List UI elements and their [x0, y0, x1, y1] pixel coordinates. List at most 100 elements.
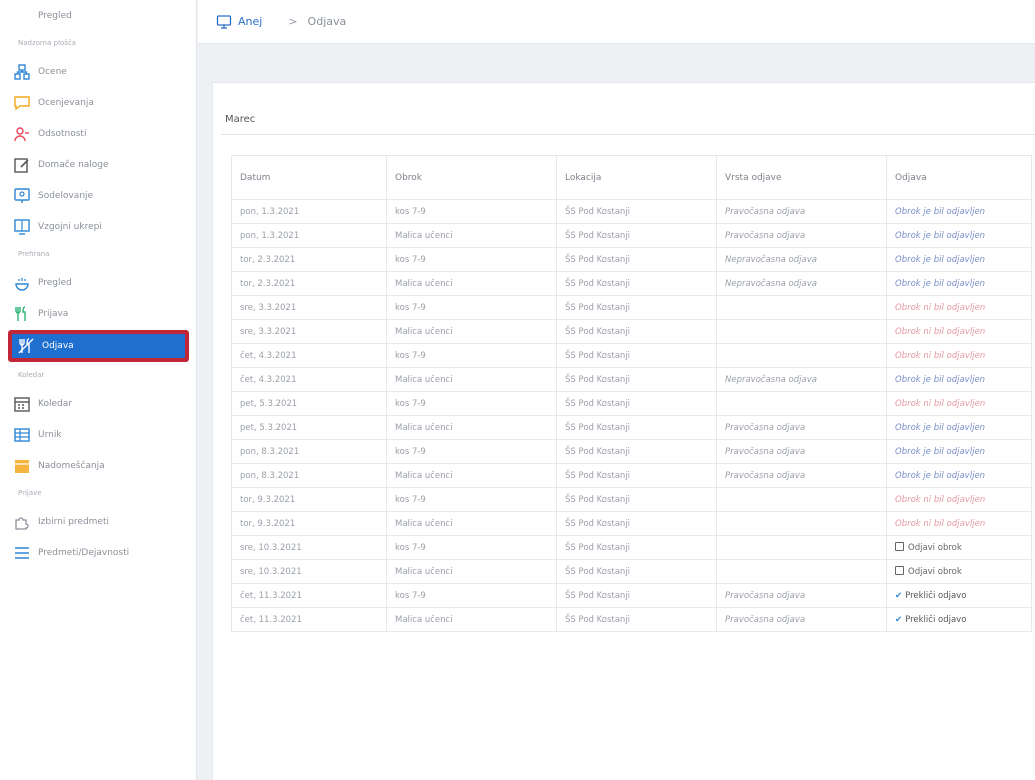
board-icon [12, 217, 32, 237]
table-row: pon, 1.3.2021 Malica učenci ŠS Pod Kostanj… [231, 223, 1032, 248]
content-card: Marec ◂ DatumObrokLokacijaVrsta odjaveOd… [212, 82, 1035, 780]
sidebar-item-label: Predmeti/Dejavnosti [38, 547, 130, 558]
cancel-meal-button[interactable]: Odjavi obrok [895, 542, 962, 553]
sidebar-item-urnik[interactable]: Urnik [0, 419, 196, 450]
cancel-meal-button[interactable]: Odjavi obrok [895, 566, 962, 577]
cancellation-cell: Obrok je bil odjavljen [886, 463, 1032, 488]
sidebar: Pregled Nadzorna plošča Ocene Ocenjevanja Od… [0, 0, 197, 780]
sidebar-section-heading: Prehrana [18, 250, 50, 258]
sidebar-item-label: Ocene [38, 66, 67, 77]
cancellation-type-cell [716, 487, 887, 512]
hierarchy-icon [12, 62, 32, 82]
sidebar-item-ocenjevanja[interactable]: Ocenjevanja [0, 87, 196, 118]
date-cell: sre, 3.3.2021 [231, 295, 387, 320]
sidebar-item-label: Prijava [38, 308, 69, 319]
month-selector[interactable]: Marec ◂ [221, 105, 1035, 135]
location-cell: ŠS Pod Kostanji [556, 391, 717, 416]
revoke-cancellation-button[interactable]: ✔ Prekliči odjavo [895, 615, 966, 625]
meal-cell: Malica učenci [386, 319, 557, 344]
location-cell: ŠS Pod Kostanji [556, 367, 717, 392]
date-cell: sre, 3.3.2021 [231, 319, 387, 344]
location-cell: ŠS Pod Kostanji [556, 343, 717, 368]
cancellation-type-cell: Pravočasna odjava [716, 415, 887, 440]
cancellation-type-cell [716, 391, 887, 416]
meal-cell: Malica učenci [386, 223, 557, 248]
cancellation-cell: Obrok ni bil odjavljen [886, 295, 1032, 320]
cancellation-cell: Obrok ni bil odjavljen [886, 319, 1032, 344]
sidebar-item-odsotnosti[interactable]: Odsotnosti [0, 118, 196, 149]
meal-cell: kos 7-9 [386, 439, 557, 464]
sidebar-item-label: Ocenjevanja [38, 97, 94, 108]
sidebar-item-label: Odjava [42, 341, 74, 351]
monitor-icon [12, 6, 32, 26]
date-cell: sre, 10.3.2021 [231, 559, 387, 584]
date-cell: pet, 5.3.2021 [231, 391, 387, 416]
date-cell: čet, 11.3.2021 [231, 583, 387, 608]
table-row: čet, 11.3.2021 Malica učenci ŠS Pod Kostan… [231, 607, 1032, 632]
date-cell: tor, 2.3.2021 [231, 247, 387, 272]
meal-cell: kos 7-9 [386, 199, 557, 224]
meals-table: Datum Obrok Lokacija Vrsta odjave Odjava pon… [231, 155, 1032, 632]
sidebar-item-pregled[interactable]: Pregled [0, 267, 196, 298]
cancellation-cell: Odjavi obrok [886, 559, 1032, 584]
calendar-icon [12, 394, 32, 414]
sidebar-item-predmeti-dejavnosti[interactable]: Predmeti/Dejavnosti [0, 537, 196, 568]
sidebar-item-vzgojni-ukrepi[interactable]: Vzgojni ukrepi [0, 211, 196, 242]
cancellation-cell: Obrok ni bil odjavljen [886, 511, 1032, 536]
location-cell: ŠS Pod Kostanji [556, 559, 717, 584]
sidebar-item-pregled[interactable]: Pregled [0, 0, 196, 31]
cancellation-type-cell [716, 319, 887, 344]
date-cell: sre, 10.3.2021 [231, 535, 387, 560]
cancellation-type-cell [716, 295, 887, 320]
sidebar-section-heading: Koledar [18, 371, 45, 379]
button-label: Prekliči odjavo [905, 590, 967, 601]
meal-cell: Malica učenci [386, 511, 557, 536]
date-cell: tor, 9.3.2021 [231, 487, 387, 512]
sidebar-item-sodelovanje[interactable]: Sodelovanje [0, 180, 196, 211]
puzzle-icon [12, 512, 32, 532]
sidebar-section-heading: Nadzorna plošča [18, 39, 77, 47]
calendar-swap-icon [12, 456, 32, 476]
meal-cell: kos 7-9 [386, 583, 557, 608]
location-cell: ŠS Pod Kostanji [556, 415, 717, 440]
location-cell: ŠS Pod Kostanji [556, 535, 717, 560]
meal-cell: Malica učenci [386, 559, 557, 584]
button-label: Odjavi obrok [908, 543, 962, 553]
screen-icon [12, 186, 32, 206]
sidebar-section-heading: Prijave [18, 489, 42, 497]
cancellation-cell: Obrok je bil odjavljen [886, 223, 1032, 248]
sidebar-item-nadome-anja[interactable]: Nadomeščanja [0, 450, 196, 481]
meal-cell: Malica učenci [386, 271, 557, 296]
location-cell: ŠS Pod Kostanji [556, 271, 717, 296]
monitor-icon [216, 14, 232, 29]
top-bar: Anej > Odjava [198, 0, 1035, 44]
button-label: Prekliči odjavo [905, 614, 967, 625]
revoke-cancellation-button[interactable]: ✔ Prekliči odjavo [895, 591, 966, 601]
breadcrumb-home[interactable]: Anej [216, 14, 262, 30]
edit-note-icon [12, 155, 32, 175]
sidebar-item-prijava[interactable]: Prijava [0, 298, 196, 329]
sidebar-item-doma-e-naloge[interactable]: Domače naloge [0, 149, 196, 180]
column-header: Lokacija [556, 155, 717, 200]
table-row: pon, 8.3.2021 Malica učenci ŠS Pod Kostanj… [231, 463, 1032, 488]
sidebar-item-label: Vzgojni ukrepi [38, 221, 102, 232]
list-icon [12, 543, 32, 563]
date-cell: pon, 1.3.2021 [231, 199, 387, 224]
sidebar-item-label: Koledar [38, 398, 72, 409]
table-row: tor, 2.3.2021 kos 7-9 ŠS Pod Kostanji Nepra… [231, 247, 1032, 272]
sidebar-item-ocene[interactable]: Ocene [0, 56, 196, 87]
meal-cell: kos 7-9 [386, 487, 557, 512]
checkmark-icon: ✔ [895, 614, 903, 625]
sidebar-item-izbirni-predmeti[interactable]: Izbirni predmeti [0, 506, 196, 537]
sidebar-item-odjava[interactable]: Odjava [9, 331, 188, 361]
cancellation-cell: Odjavi obrok [886, 535, 1032, 560]
table-row: pet, 5.3.2021 kos 7-9 ŠS Pod Kostanji Obrok… [231, 391, 1032, 416]
cancellation-cell: Obrok je bil odjavljen [886, 439, 1032, 464]
month-label: Marec [225, 114, 256, 125]
date-cell: čet, 4.3.2021 [231, 343, 387, 368]
cancellation-type-cell [716, 343, 887, 368]
cancellation-cell: Obrok ni bil odjavljen [886, 343, 1032, 368]
cancellation-type-cell: Pravočasna odjava [716, 583, 887, 608]
sidebar-item-koledar[interactable]: Koledar [0, 388, 196, 419]
table-row: čet, 11.3.2021 kos 7-9 ŠS Pod Kostanji Prav… [231, 583, 1032, 608]
